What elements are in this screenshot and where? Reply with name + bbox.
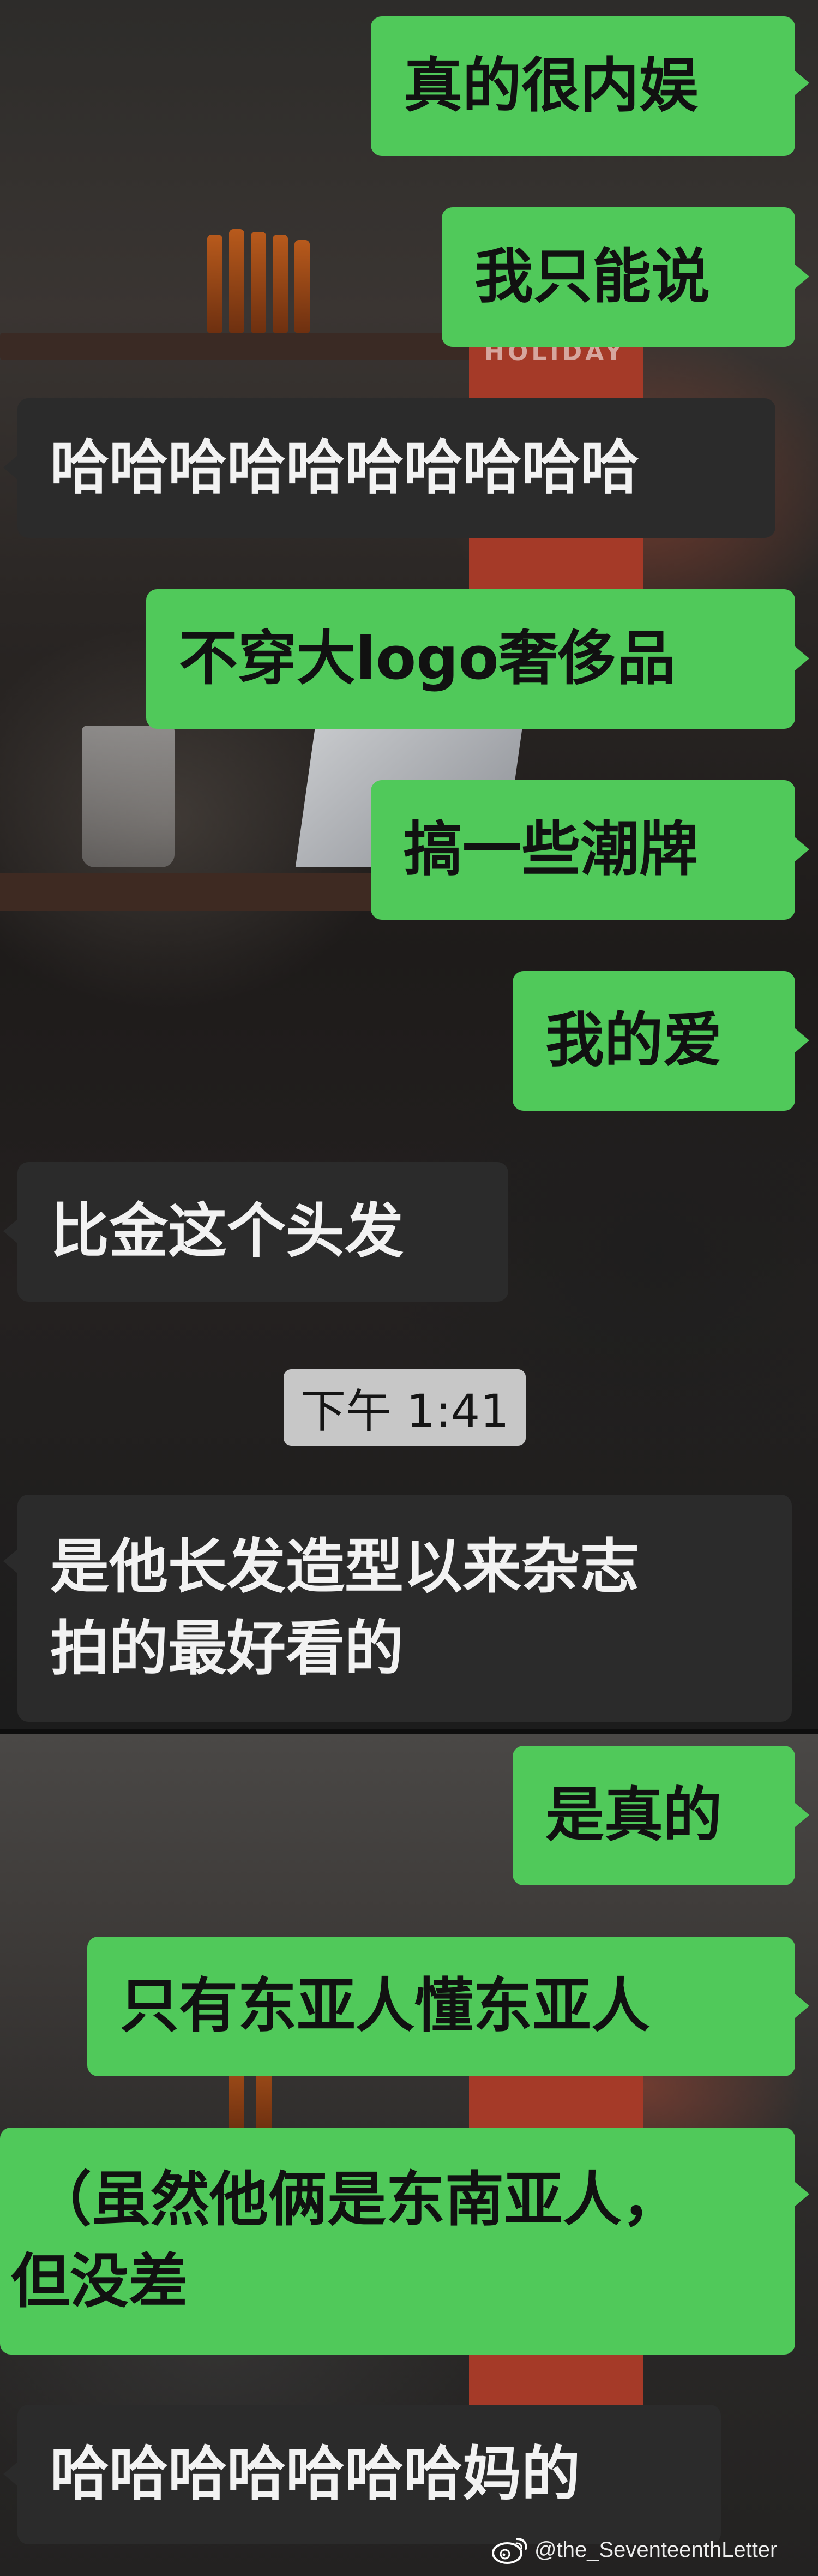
message-bubble-incoming[interactable]: 哈哈哈哈哈哈哈哈哈哈	[17, 398, 775, 538]
message-bubble-outgoing[interactable]: 我的爱	[513, 971, 795, 1111]
bubble-tail	[795, 1803, 809, 1827]
weibo-logo-icon	[492, 2538, 527, 2564]
background-shelf	[0, 333, 491, 360]
message-text: 我只能说	[474, 243, 711, 311]
message-bubble-incoming[interactable]: 比金这个头发	[17, 1162, 508, 1302]
message-bubble-incoming[interactable]: 是他长发造型以来杂志 拍的最好看的	[17, 1495, 792, 1722]
message-bubble-outgoing[interactable]: 搞一些潮牌	[371, 780, 795, 920]
message-text: 比金这个头发	[50, 1197, 404, 1266]
message-bubble-incoming[interactable]: 哈哈哈哈哈哈哈妈的	[17, 2405, 721, 2544]
message-text: 只有东亚人懂东亚人	[120, 1972, 651, 2040]
message-text: 是真的	[545, 1781, 723, 1849]
background-bottle	[207, 235, 222, 333]
message-bubble-outgoing[interactable]: 不穿大logo奢侈品	[146, 589, 795, 729]
bubble-tail	[795, 265, 809, 289]
background-bottle	[251, 232, 266, 333]
message-bubble-outgoing[interactable]: 真的很内娱	[371, 16, 795, 156]
bubble-tail	[3, 456, 17, 480]
bubble-tail	[795, 1994, 809, 2018]
message-text: （虽然他俩是东南亚人， 但没差	[11, 2159, 681, 2323]
message-text: 搞一些潮牌	[404, 816, 699, 884]
message-bubble-outgoing[interactable]: （虽然他俩是东南亚人， 但没差	[0, 2128, 795, 2355]
message-text-line: （虽然他俩是东南亚人，	[33, 2166, 681, 2234]
message-text: 是他长发造型以来杂志 拍的最好看的	[50, 1526, 639, 1690]
bubble-tail	[795, 646, 809, 670]
timestamp-badge: 下午 1:41	[284, 1369, 526, 1446]
screenshot-seam	[0, 1729, 818, 1734]
watermark-text: @the_SeventeenthLetter	[534, 2537, 778, 2562]
message-text: 哈哈哈哈哈哈哈哈哈哈	[50, 434, 640, 502]
background-cup	[82, 726, 175, 867]
bubble-tail	[3, 2462, 17, 2486]
message-text-line: 是他长发造型以来杂志	[50, 1533, 640, 1601]
message-text-line: 拍的最好看的	[50, 1615, 404, 1683]
background-bottle	[294, 240, 310, 333]
message-text: 我的爱	[545, 1007, 723, 1075]
message-bubble-outgoing[interactable]: 只有东亚人懂东亚人	[87, 1937, 795, 2076]
message-bubble-outgoing[interactable]: 是真的	[513, 1746, 795, 1885]
bubble-tail	[795, 1028, 809, 1052]
background-bottle	[273, 235, 288, 333]
watermark: @the_SeventeenthLetter	[491, 2535, 777, 2565]
bubble-tail	[795, 2182, 809, 2206]
message-text-line: 但没差	[11, 2248, 188, 2316]
bubble-tail	[795, 837, 809, 861]
background-bottle	[229, 229, 244, 333]
chat-screenshot: HOLIDAY HOLIDAY 真的很内娱 我只能说 哈哈哈哈哈哈哈哈哈哈 不穿…	[0, 0, 818, 2576]
bubble-tail	[795, 71, 809, 95]
message-text: 不穿大logo奢侈品	[179, 625, 676, 693]
message-bubble-outgoing[interactable]: 我只能说	[442, 207, 795, 347]
bubble-tail	[3, 1549, 17, 1573]
message-text: 真的很内娱	[404, 52, 699, 120]
bubble-tail	[3, 1219, 17, 1243]
message-text: 哈哈哈哈哈哈哈妈的	[50, 2440, 581, 2508]
